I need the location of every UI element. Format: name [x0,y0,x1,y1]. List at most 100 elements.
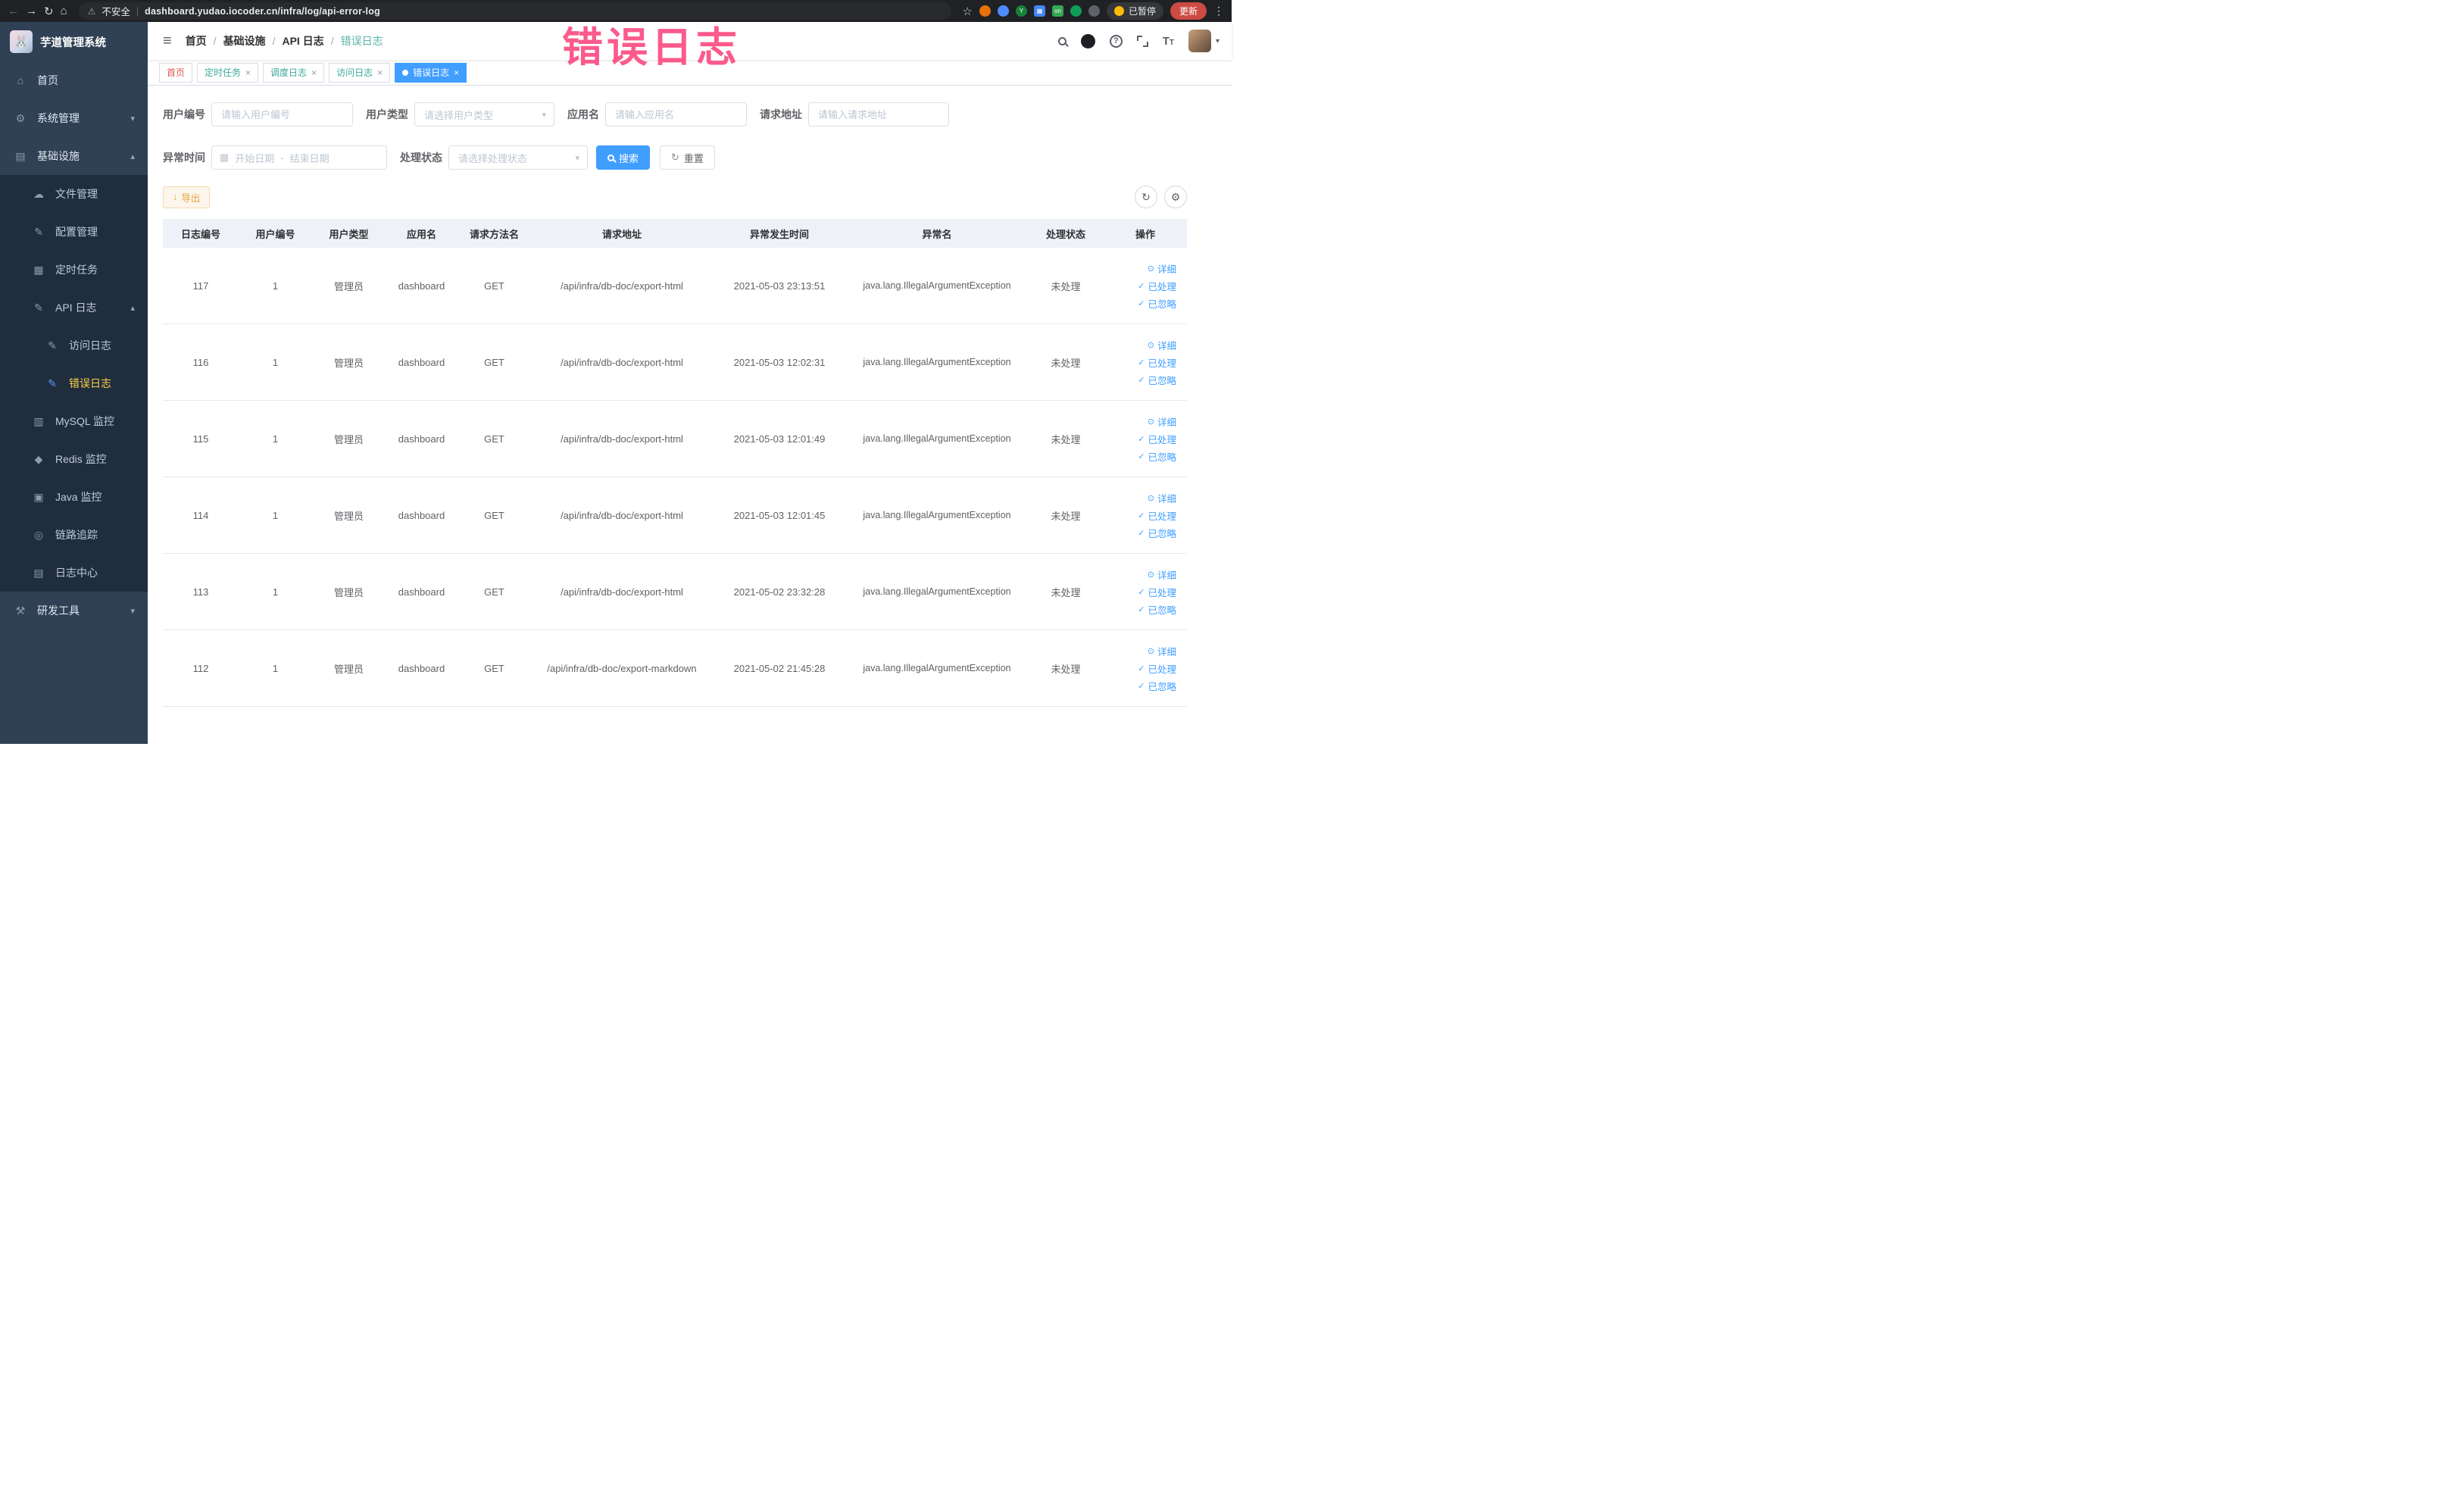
sidebar-item-error-log[interactable]: ✎ 错误日志 [0,364,148,402]
table-header-cell: 用户编号 [255,228,295,240]
cell-user-type: 管理员 [333,433,364,445]
sidebar-item-config[interactable]: ✎ 配置管理 [0,213,148,251]
action-processed-link[interactable]: ✓ 已处理 [1138,355,1176,370]
extension-icon[interactable] [1070,5,1082,17]
sidebar-item-label: 基础设施 [37,150,80,162]
extension-icon[interactable]: ▦ [1033,5,1045,17]
tag-1[interactable]: 定时任务 × [197,62,259,83]
error-log-icon: ✎ [48,376,57,389]
cell-user-id: 1 [272,509,279,521]
user-id-input[interactable] [211,102,353,127]
action-processed-link[interactable]: ✓ 已处理 [1138,661,1176,676]
sidebar-item-mysql[interactable]: ▥ MySQL 监控 [0,402,148,440]
action-ignored-link[interactable]: ✓ 已忽略 [1138,373,1176,387]
sidebar-item-file[interactable]: ☁ 文件管理 [0,175,148,213]
github-icon[interactable] [1080,33,1095,48]
extension-icon[interactable] [997,5,1009,17]
cell-user-id: 1 [272,356,279,368]
breadcrumb-item[interactable]: 基础设施 [223,33,266,48]
tag-0[interactable]: 首页 [159,62,193,83]
refresh-table-icon[interactable]: ↻ [1135,186,1157,208]
action-detail-link[interactable]: ⊙ 详细 [1148,491,1176,505]
reload-icon[interactable]: ↻ [44,5,54,18]
breadcrumb-item[interactable]: 首页 [186,33,207,48]
close-icon[interactable]: × [245,67,251,78]
sidebar-item-java[interactable]: ▣ Java 监控 [0,478,148,516]
forward-icon[interactable]: → [26,5,37,17]
tag-active[interactable]: 错误日志 × [395,62,467,83]
sidebar-item-system[interactable]: ⚙ 系统管理 ▾ [0,99,148,137]
sidebar-toggle-icon[interactable]: ≡ [160,33,175,50]
logo-image: 🐰 [10,30,33,53]
navbar: ≡ 首页 / 基础设施 / API 日志 / 错误日志 ? TT ▾ [148,22,1232,60]
bookmark-star-icon[interactable]: ☆ [963,5,973,18]
table-header-cell: 日志编号 [180,228,220,240]
request-url-input[interactable] [808,102,949,127]
close-icon[interactable]: × [377,67,383,78]
sidebar-item-label: Java 监控 [55,491,102,503]
sidebar-item-log-center[interactable]: ▤ 日志中心 [0,554,148,592]
user-menu[interactable]: ▾ [1188,30,1220,52]
app-logo[interactable]: 🐰 芋道管理系统 [0,22,148,61]
search-button-label: 搜索 [619,152,639,164]
tag-label: 定时任务 [205,67,242,78]
home-icon[interactable]: ⌂ [61,5,67,17]
table-header-cell: 应用名 [406,228,436,240]
action-processed-link[interactable]: ✓ 已处理 [1138,508,1176,523]
search-button[interactable]: 搜索 [596,145,651,170]
infra-icon: ▤ [15,149,26,162]
column-settings-icon[interactable]: ⚙ [1164,186,1187,208]
tag-2[interactable]: 调度日志 × [263,62,325,83]
help-icon[interactable]: ? [1109,34,1123,48]
extension-icon[interactable]: Y [1015,5,1027,17]
app-title: 芋道管理系统 [40,36,106,49]
action-detail-link[interactable]: ⊙ 详细 [1148,261,1176,276]
tag-label: 调度日志 [270,67,308,78]
app-name-input[interactable] [605,102,747,127]
close-icon[interactable]: × [311,67,317,78]
close-icon[interactable]: × [454,67,459,78]
sidebar-item-redis[interactable]: ◆ Redis 监控 [0,440,148,478]
sidebar-item-job[interactable]: ▦ 定时任务 [0,251,148,289]
cell-id: 115 [192,433,209,445]
sidebar-item-api-log[interactable]: ✎ API 日志 ▴ [0,289,148,326]
browser-menu-icon[interactable]: ⋮ [1213,5,1224,17]
sidebar-item-trace[interactable]: ◎ 链路追踪 [0,516,148,554]
action-ignored-link[interactable]: ✓ 已忽略 [1138,679,1176,693]
process-status-select[interactable]: 请选择处理状态 ▾ [448,145,588,170]
paused-badge[interactable]: 已暂停 [1106,2,1163,20]
action-detail-link[interactable]: ⊙ 详细 [1148,567,1176,582]
action-detail-link[interactable]: ⊙ 详细 [1148,414,1176,429]
action-label: 已处理 [1148,587,1176,598]
search-icon[interactable] [1057,36,1066,45]
action-processed-link[interactable]: ✓ 已处理 [1138,432,1176,446]
sidebar-item-home[interactable]: ⌂ 首页 [0,61,148,99]
detail-eye-icon: ⊙ [1147,570,1154,579]
action-ignored-link[interactable]: ✓ 已忽略 [1138,296,1176,311]
action-ignored-link[interactable]: ✓ 已忽略 [1138,602,1176,617]
extensions-pin-icon[interactable] [1088,5,1100,17]
sidebar-item-infra[interactable]: ▤ 基础设施 ▴ [0,137,148,175]
user-type-select[interactable]: 请选择用户类型 ▾ [414,102,554,127]
font-size-icon[interactable]: TT [1163,35,1174,48]
action-ignored-link[interactable]: ✓ 已忽略 [1138,449,1176,464]
reset-button[interactable]: ↻ 重置 [660,145,715,170]
export-button[interactable]: ↓ 导出 [163,186,211,208]
extension-icon[interactable] [979,5,991,17]
extension-icon[interactable]: on [1051,5,1063,17]
sidebar-item-access-log[interactable]: ✎ 访问日志 [0,326,148,364]
fullscreen-icon[interactable] [1136,35,1148,47]
action-detail-link[interactable]: ⊙ 详细 [1148,644,1176,658]
action-ignored-link[interactable]: ✓ 已忽略 [1138,526,1176,540]
table-row: 112 1 管理员 dashboard GET/api/infra/db-doc/exp… [163,630,1187,707]
address-bar[interactable]: ⚠ 不安全 | dashboard.yudao.iocoder.cn/infra… [78,2,951,20]
date-range-picker[interactable]: ▦ 开始日期 - 结束日期 [211,145,387,170]
action-processed-link[interactable]: ✓ 已处理 [1138,279,1176,293]
update-button[interactable]: 更新 [1170,2,1207,20]
breadcrumb-item[interactable]: API 日志 [282,33,323,48]
sidebar-item-devtools[interactable]: ⚒ 研发工具 ▾ [0,592,148,629]
action-detail-link[interactable]: ⊙ 详细 [1148,338,1176,352]
action-processed-link[interactable]: ✓ 已处理 [1138,585,1176,599]
tag-3[interactable]: 访问日志 × [329,62,391,83]
back-icon[interactable]: ← [8,5,19,17]
